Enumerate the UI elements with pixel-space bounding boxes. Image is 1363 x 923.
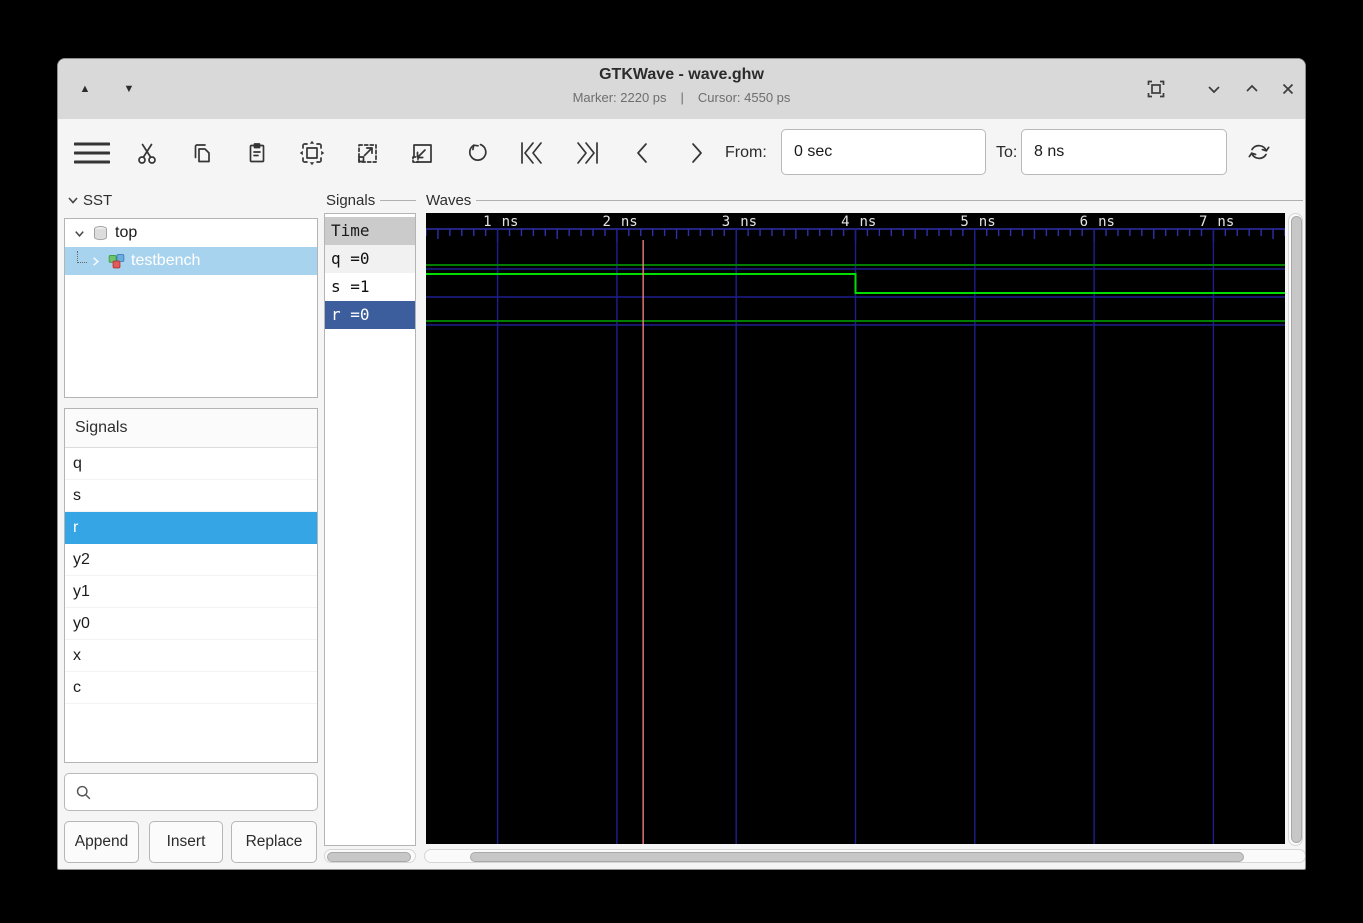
value-row[interactable]: s =1	[325, 273, 415, 301]
zoom-fit-button[interactable]	[292, 130, 332, 176]
svg-text:ns: ns	[979, 214, 996, 230]
from-label: From:	[725, 119, 767, 186]
signal-browser: Signals qsry2y1y0xc	[64, 408, 318, 763]
tree-guide	[77, 251, 87, 263]
marker-status: Marker: 2220 ps	[573, 90, 667, 105]
tree-row-top[interactable]: top	[65, 219, 317, 247]
titlebar: ▲ ▼ GTKWave - wave.ghw Marker: 2220 ps|C…	[58, 59, 1305, 120]
svg-text:ns: ns	[502, 214, 519, 230]
waves-vscrollbar[interactable]	[1288, 213, 1303, 846]
svg-text:ns: ns	[1217, 214, 1234, 230]
list-item-q[interactable]: q	[65, 448, 317, 480]
svg-text:ns: ns	[1098, 214, 1115, 230]
values-list: q =0s =1r =0	[325, 245, 415, 329]
svg-text:ns: ns	[860, 214, 877, 230]
wave-canvas[interactable]: 1 ns 2 ns 3 ns 4 ns 5 ns 6 ns 7 ns	[426, 213, 1285, 844]
step-right-button[interactable]	[677, 130, 717, 176]
values-hscroll-thumb[interactable]	[327, 852, 411, 862]
list-item-y0[interactable]: y0	[65, 608, 317, 640]
to-input[interactable]	[1021, 129, 1227, 175]
close-icon[interactable]	[1275, 77, 1301, 101]
time-header: Time	[325, 217, 415, 245]
values-frame-caption: Signals	[326, 190, 416, 210]
search-box[interactable]	[64, 773, 318, 811]
sst-tree: top testbench	[64, 218, 318, 398]
list-item-x[interactable]: x	[65, 640, 317, 672]
value-row[interactable]: r =0	[325, 301, 415, 329]
fullscreen-icon[interactable]	[1143, 77, 1169, 101]
list-item-s[interactable]: s	[65, 480, 317, 512]
waves-vscroll-thumb[interactable]	[1291, 216, 1302, 843]
svg-text:ns: ns	[740, 214, 757, 230]
undo-button[interactable]	[457, 130, 497, 176]
cut-button[interactable]	[127, 130, 167, 176]
insert-button[interactable]: Insert	[149, 821, 223, 863]
window-title: GTKWave - wave.ghw	[58, 66, 1305, 84]
search-input[interactable]	[100, 783, 317, 802]
svg-text:6: 6	[1080, 214, 1088, 230]
value-row[interactable]: q =0	[325, 245, 415, 273]
waves-hscrollbar[interactable]	[424, 849, 1306, 863]
maximize-icon[interactable]	[1239, 77, 1265, 101]
skip-to-end-button[interactable]	[567, 130, 607, 176]
svg-text:2: 2	[602, 214, 610, 230]
signal-list: qsry2y1y0xc	[65, 448, 317, 704]
tree-item-label: top	[115, 224, 137, 242]
waves-hscroll-thumb[interactable]	[470, 852, 1244, 862]
list-item-r[interactable]: r	[65, 512, 317, 544]
waves-frame-caption: Waves	[426, 190, 1303, 210]
tree-row-testbench[interactable]: testbench	[65, 247, 317, 275]
from-input[interactable]	[781, 129, 986, 175]
chevron-down-icon[interactable]	[71, 225, 87, 241]
paste-button[interactable]	[237, 130, 277, 176]
append-button[interactable]: Append	[64, 821, 139, 863]
svg-text:4: 4	[841, 214, 849, 230]
toolbar: From: To:	[58, 119, 1305, 186]
list-item-c[interactable]: c	[65, 672, 317, 704]
menu-button[interactable]	[72, 130, 112, 176]
list-item-y1[interactable]: y1	[65, 576, 317, 608]
step-left-button[interactable]	[622, 130, 662, 176]
reload-button[interactable]	[1239, 129, 1279, 175]
chevron-right-icon[interactable]	[87, 253, 103, 269]
signal-list-header: Signals	[65, 409, 317, 448]
replace-button[interactable]: Replace	[231, 821, 317, 863]
search-icon	[75, 784, 92, 801]
tree-item-label: testbench	[131, 252, 200, 270]
sst-expander[interactable]: SST	[66, 189, 112, 211]
cursor-status: Cursor: 4550 ps	[698, 90, 791, 105]
sst-label: SST	[83, 192, 112, 209]
svg-text:7: 7	[1199, 214, 1207, 230]
svg-text:5: 5	[960, 214, 968, 230]
to-label: To:	[996, 119, 1017, 186]
values-hscrollbar[interactable]	[324, 849, 416, 863]
svg-text:1: 1	[483, 214, 491, 230]
gtkwave-window: ▲ ▼ GTKWave - wave.ghw Marker: 2220 ps|C…	[57, 58, 1306, 870]
status-subtitle: Marker: 2220 ps | Cursor: 4550 ps	[58, 90, 1305, 105]
zoom-in-full-button[interactable]	[402, 130, 442, 176]
list-item-y2[interactable]: y2	[65, 544, 317, 576]
svg-text:ns: ns	[621, 214, 638, 230]
module-cubes-icon	[107, 252, 126, 271]
copy-button[interactable]	[182, 130, 222, 176]
waveform[interactable]: 1 ns 2 ns 3 ns 4 ns 5 ns 6 ns 7 ns	[426, 213, 1285, 844]
database-icon	[91, 224, 110, 243]
zoom-out-full-button[interactable]	[347, 130, 387, 176]
values-panel: Time q =0s =1r =0	[324, 213, 416, 846]
status-separator: |	[681, 90, 684, 105]
skip-to-start-button[interactable]	[512, 130, 552, 176]
svg-text:3: 3	[722, 214, 730, 230]
minimize-icon[interactable]	[1201, 77, 1227, 101]
